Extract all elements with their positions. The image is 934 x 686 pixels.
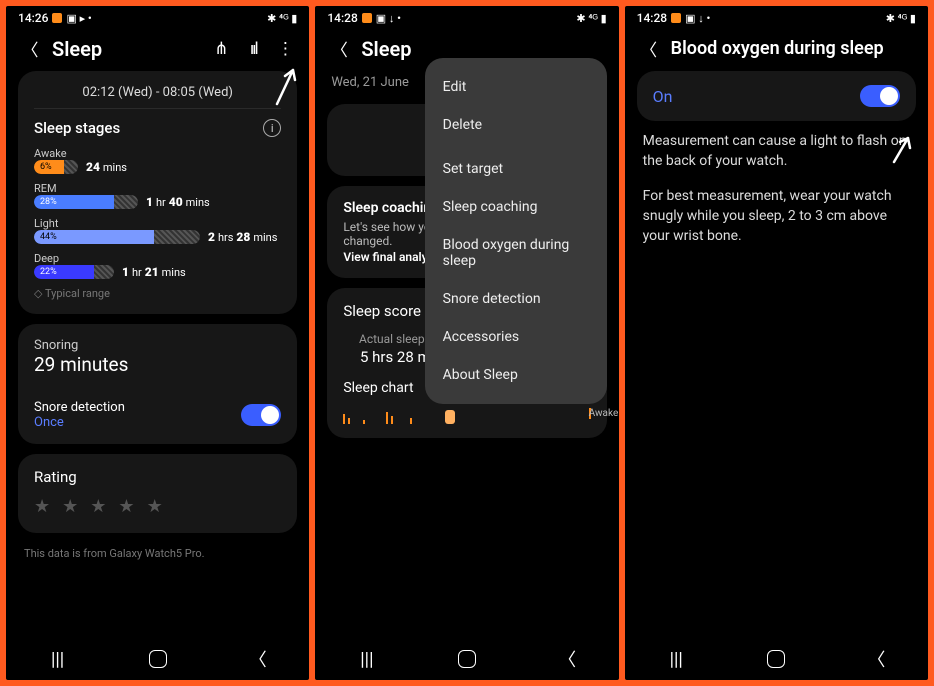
data-source-disclaimer: This data is from Galaxy Watch5 Pro.	[18, 543, 297, 564]
rem-value: 1 hr 40 mins	[146, 195, 210, 209]
callout-arrow-icon	[890, 134, 914, 164]
status-bar: 14:28 ▣ ↓ • ✱ ⁴ᴳ ▮	[315, 6, 618, 28]
app-bar: 〈 Blood oxygen during sleep	[625, 28, 928, 71]
deep-value: 1 hr 21 mins	[122, 265, 186, 279]
stage-deep: Deep 22% 1 hr 21 mins	[34, 252, 281, 279]
menu-edit[interactable]: Edit	[425, 68, 607, 106]
snoring-value: 29 minutes	[34, 353, 281, 376]
menu-set-target[interactable]: Set target	[425, 150, 607, 188]
rem-bar: 28%	[34, 195, 114, 209]
status-time: 14:28	[637, 11, 667, 25]
overflow-menu: Edit Delete Set target Sleep coaching Bl…	[425, 58, 607, 404]
status-bar: 14:28 ▣ ↓ • ✱ ⁴ᴳ ▮	[625, 6, 928, 28]
status-extra-icons: ▣ ↓ •	[376, 12, 401, 25]
status-right-icons: ✱ ⁴ᴳ ▮	[576, 11, 606, 25]
status-bar: 14:26 ▣ ▸ • ✱ ⁴ᴳ ▮	[6, 6, 309, 28]
page-title: Blood oxygen during sleep	[671, 38, 914, 59]
info-icon[interactable]: i	[263, 119, 281, 137]
awake-value: 24 mins	[86, 160, 127, 174]
star-icon[interactable]: ★	[147, 496, 163, 517]
callout-arrow-icon	[271, 66, 299, 106]
description-text: Measurement can cause a light to flash o…	[637, 131, 916, 260]
status-right-icons: ✱ ⁴ᴳ ▮	[886, 11, 916, 25]
app-bar: 〈 Sleep ⋔ ııl ⋮	[6, 28, 309, 71]
snore-detection-label: Snore detection	[34, 400, 125, 415]
rec-dot-icon	[671, 13, 681, 23]
recents-icon[interactable]: |||	[355, 649, 379, 670]
time-range: 02:12 (Wed) - 08:05 (Wed)	[34, 85, 281, 109]
back-nav-icon[interactable]: 〈	[246, 646, 270, 672]
status-time: 14:28	[327, 11, 357, 25]
menu-snore-detection[interactable]: Snore detection	[425, 280, 607, 318]
menu-sleep-coaching[interactable]: Sleep coaching	[425, 188, 607, 226]
back-nav-icon[interactable]: 〈	[555, 646, 579, 672]
panel-blood-oxygen-setting: 14:28 ▣ ↓ • ✱ ⁴ᴳ ▮ 〈 Blood oxygen during…	[625, 6, 928, 680]
home-icon[interactable]	[149, 650, 167, 668]
awake-bar: 6%	[34, 160, 64, 174]
android-nav-bar: ||| 〈	[625, 636, 928, 680]
stage-light: Light 44% 2 hrs 28 mins	[34, 217, 281, 244]
page-title: Sleep	[52, 37, 199, 61]
snore-detection-value: Once	[34, 415, 125, 430]
home-icon[interactable]	[767, 650, 785, 668]
toggle-state-label: On	[653, 87, 673, 106]
star-icon[interactable]: ★	[34, 496, 50, 517]
back-nav-icon[interactable]: 〈	[864, 646, 888, 672]
star-icon[interactable]: ★	[118, 496, 134, 517]
snoring-card[interactable]: Snoring 29 minutes Snore detection Once	[18, 324, 297, 444]
star-icon[interactable]: ★	[62, 496, 78, 517]
snore-detection-toggle[interactable]	[241, 404, 281, 426]
menu-about-sleep[interactable]: About Sleep	[425, 356, 607, 394]
android-nav-bar: ||| 〈	[6, 636, 309, 680]
rec-dot-icon	[52, 13, 62, 23]
menu-blood-oxygen[interactable]: Blood oxygen during sleep	[425, 226, 607, 280]
status-time: 14:26	[18, 11, 48, 25]
recents-icon[interactable]: |||	[46, 649, 70, 670]
page-title: Sleep	[361, 37, 604, 61]
rec-dot-icon	[362, 13, 372, 23]
rating-card[interactable]: Rating ★ ★ ★ ★ ★	[18, 454, 297, 533]
back-icon[interactable]: 〈	[639, 36, 659, 61]
blood-oxygen-toggle-row[interactable]: On	[637, 71, 916, 121]
stages-title: Sleep stages	[34, 119, 120, 137]
sleep-chart-preview: Awake	[343, 402, 590, 424]
light-bar: 44%	[34, 230, 154, 244]
share-icon[interactable]: ⋔	[211, 39, 231, 59]
home-icon[interactable]	[458, 650, 476, 668]
sleep-stages-card: 02:12 (Wed) - 08:05 (Wed) Sleep stages i…	[18, 71, 297, 314]
more-icon[interactable]: ⋮	[275, 39, 295, 59]
menu-accessories[interactable]: Accessories	[425, 318, 607, 356]
chart-icon[interactable]: ııl	[243, 39, 263, 59]
light-value: 2 hrs 28 mins	[208, 230, 277, 244]
android-nav-bar: ||| 〈	[315, 636, 618, 680]
star-icon[interactable]: ★	[90, 496, 106, 517]
status-extra-icons: ▣ ▸ •	[66, 12, 91, 25]
stage-rem: REM 28% 1 hr 40 mins	[34, 182, 281, 209]
stage-awake: Awake 6% 24 mins	[34, 147, 281, 174]
deep-bar: 22%	[34, 265, 94, 279]
panel-sleep-menu: 14:28 ▣ ↓ • ✱ ⁴ᴳ ▮ 〈 Sleep Wed, 21 June …	[315, 6, 618, 680]
panel-sleep-detail: 14:26 ▣ ▸ • ✱ ⁴ᴳ ▮ 〈 Sleep ⋔ ııl ⋮ 02:12…	[6, 6, 309, 680]
status-extra-icons: ▣ ↓ •	[685, 12, 710, 25]
blood-oxygen-toggle[interactable]	[860, 85, 900, 107]
menu-delete[interactable]: Delete	[425, 106, 607, 144]
typical-range-note: ◇ Typical range	[34, 287, 281, 300]
back-icon[interactable]: 〈	[329, 36, 349, 61]
status-right-icons: ✱ ⁴ᴳ ▮	[267, 11, 297, 25]
recents-icon[interactable]: |||	[664, 649, 688, 670]
rating-stars[interactable]: ★ ★ ★ ★ ★	[34, 496, 281, 517]
back-icon[interactable]: 〈	[20, 36, 40, 61]
chart-legend-awake: Awake	[589, 408, 591, 419]
